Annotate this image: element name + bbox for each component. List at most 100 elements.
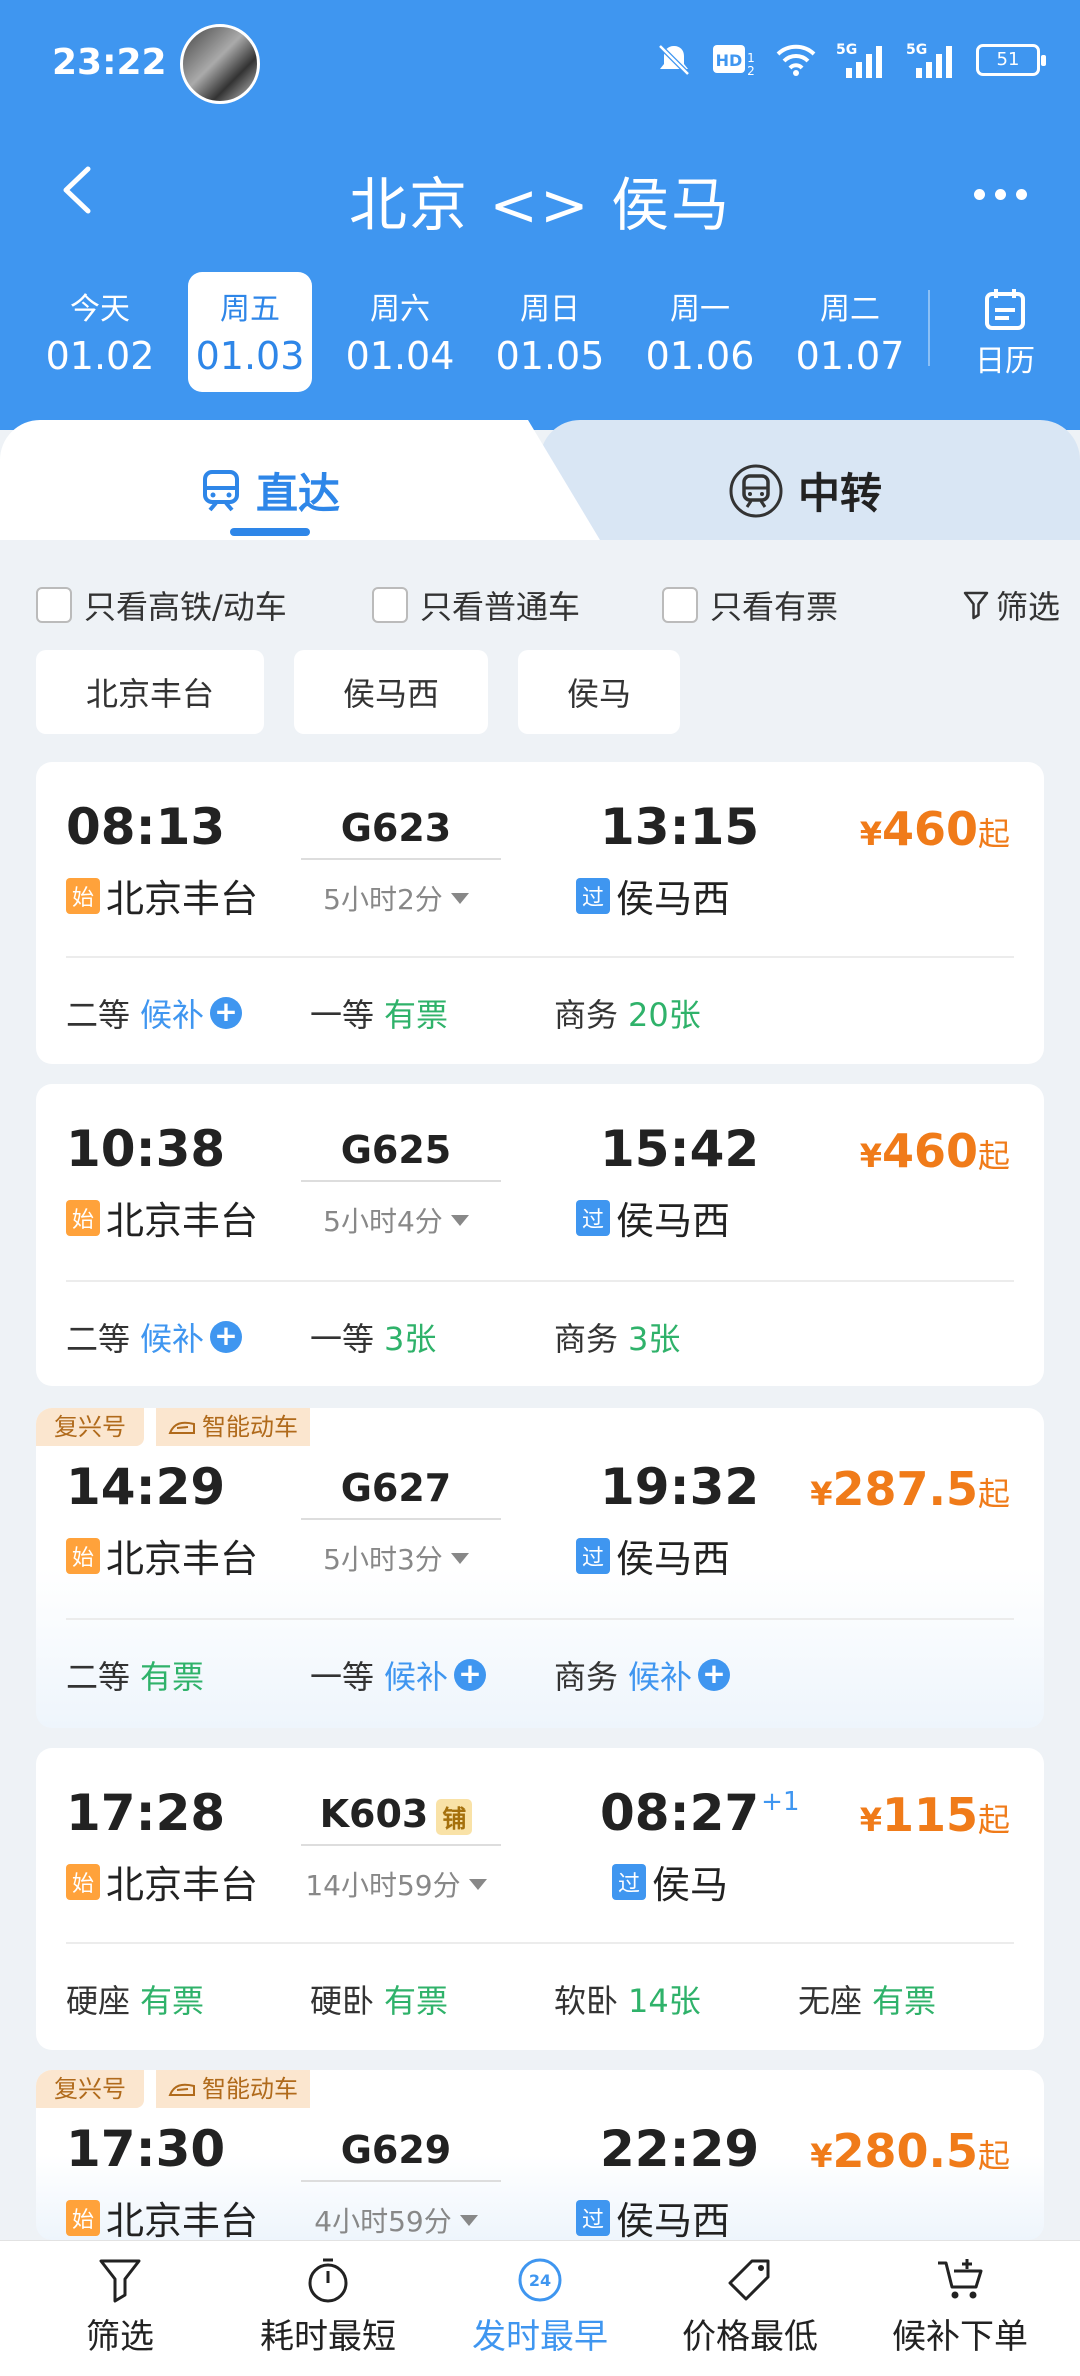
divider bbox=[301, 1180, 501, 1182]
chevron-down-icon bbox=[450, 1214, 469, 1226]
seat-waitlist[interactable]: 候补 + bbox=[140, 1314, 243, 1360]
arrival-time: 08:27+1 bbox=[600, 1784, 799, 1842]
seat-info[interactable]: 二等 候补 + bbox=[66, 1314, 243, 1360]
filter-high-speed[interactable]: 只看高铁/动车 bbox=[36, 582, 287, 628]
duration[interactable]: 5小时2分 bbox=[266, 878, 526, 918]
train-icon bbox=[203, 469, 239, 511]
train-card[interactable]: 复兴号 智能动车 14:29 G627 19:32 ¥287.5 起 始北京丰台 … bbox=[36, 1408, 1044, 1728]
station-chip[interactable]: 侯马 bbox=[518, 650, 680, 734]
checkbox[interactable] bbox=[36, 587, 72, 623]
departure-time: 08:13 bbox=[66, 798, 226, 856]
seat-name: 一等 bbox=[310, 1320, 375, 1358]
nav-bar: 北京 <> 侯马 bbox=[0, 140, 1080, 250]
arrival-station: 过侯马西 bbox=[576, 1190, 730, 1245]
train-card[interactable]: 复兴号 智能动车 17:30 G629 22:29 ¥280.5 起 始北京丰台 … bbox=[36, 2070, 1044, 2240]
seat-status: 有票 bbox=[140, 1658, 205, 1696]
sort-shortest-button[interactable]: 耗时最短 bbox=[228, 2255, 428, 2358]
calendar-button[interactable]: 日历 bbox=[950, 286, 1060, 380]
status-icons: HD 1 2 5G 5G 51 bbox=[654, 40, 1046, 80]
price: ¥280.5 起 bbox=[810, 2124, 1010, 2178]
duration-text: 4小时59分 bbox=[314, 2205, 452, 2238]
checkbox[interactable] bbox=[372, 587, 408, 623]
seat-status: 候补 bbox=[628, 1658, 693, 1696]
station-name: 侯马西 bbox=[616, 1537, 731, 1581]
pass-tag: 过 bbox=[576, 1199, 610, 1236]
train-card[interactable]: 08:13 G623 13:15 ¥460 起 始北京丰台 5小时2分 过侯马西 … bbox=[36, 762, 1044, 1064]
train-shape-icon bbox=[168, 2083, 195, 2096]
seat-info[interactable]: 商务 20张 bbox=[554, 990, 701, 1036]
filter-available[interactable]: 只看有票 bbox=[662, 582, 838, 628]
seat-status: 20张 bbox=[628, 996, 701, 1034]
filter-button[interactable]: 筛选 bbox=[962, 582, 1060, 628]
duration[interactable]: 14小时59分 bbox=[266, 1864, 526, 1904]
sort-earliest-button[interactable]: 24 发时最早 bbox=[440, 2255, 640, 2358]
duration-text: 5小时2分 bbox=[323, 883, 443, 916]
more-button[interactable] bbox=[960, 164, 1040, 224]
seat-info[interactable]: 软卧 14张 bbox=[554, 1976, 701, 2022]
train-card[interactable]: 10:38 G625 15:42 ¥460 起 始北京丰台 5小时4分 过侯马西 … bbox=[36, 1084, 1044, 1386]
seat-name: 硬卧 bbox=[310, 1982, 375, 2020]
bottom-filter-button[interactable]: 筛选 bbox=[20, 2255, 220, 2358]
seat-status: 14张 bbox=[628, 1982, 701, 2020]
duration[interactable]: 5小时3分 bbox=[266, 1538, 526, 1578]
train-shape-icon bbox=[168, 1421, 195, 1434]
seat-info[interactable]: 二等 候补 + bbox=[66, 990, 243, 1036]
price: ¥287.5 起 bbox=[810, 1462, 1010, 1516]
seat-info[interactable]: 硬座 有票 bbox=[66, 1976, 204, 2022]
date-weekday: 周一 bbox=[670, 292, 730, 327]
seat-name: 商务 bbox=[554, 996, 619, 1034]
seat-waitlist[interactable]: 候补 + bbox=[628, 1652, 731, 1698]
station-name: 侯马 bbox=[652, 1863, 729, 1907]
price-suffix: 起 bbox=[977, 1137, 1010, 1175]
date-item-2[interactable]: 周六 01.04 bbox=[338, 272, 462, 392]
station-chip[interactable]: 侯马西 bbox=[294, 650, 488, 734]
date-item-0[interactable]: 今天 01.02 bbox=[38, 272, 162, 392]
seat-info[interactable]: 一等 3张 bbox=[310, 1314, 436, 1360]
station-chip[interactable]: 北京丰台 bbox=[36, 650, 264, 734]
date-item-3[interactable]: 周日 01.05 bbox=[488, 272, 612, 392]
wifi-icon bbox=[776, 44, 816, 76]
header: 23:22 HD 1 2 5G 5G 51 北京 <> 侯马 今天 01.02 周五… bbox=[0, 0, 1080, 430]
seat-name: 二等 bbox=[66, 996, 131, 1034]
departure-station: 始北京丰台 bbox=[66, 1190, 258, 1245]
date-item-4[interactable]: 周一 01.06 bbox=[638, 272, 762, 392]
checkbox[interactable] bbox=[662, 587, 698, 623]
divider bbox=[301, 1844, 501, 1846]
seat-info[interactable]: 硬卧 有票 bbox=[310, 1976, 448, 2022]
departure-time: 17:30 bbox=[66, 2120, 226, 2178]
date-weekday: 周六 bbox=[370, 292, 430, 327]
station-name: 北京丰台 bbox=[106, 877, 259, 921]
filter-normal[interactable]: 只看普通车 bbox=[372, 582, 580, 628]
filter-label: 只看有票 bbox=[710, 588, 839, 626]
seat-name: 二等 bbox=[66, 1658, 131, 1696]
plus-icon: + bbox=[698, 1659, 731, 1691]
date-item-5[interactable]: 周二 01.07 bbox=[788, 272, 912, 392]
plus-icon: + bbox=[454, 1659, 487, 1691]
price-value: 115 bbox=[881, 1788, 978, 1842]
price-suffix: 起 bbox=[977, 1475, 1010, 1513]
divider bbox=[301, 2180, 501, 2182]
tab-direct-label[interactable]: 直达 bbox=[200, 460, 340, 521]
seat-info[interactable]: 二等 有票 bbox=[66, 1652, 204, 1698]
waitlist-order-button[interactable]: 候补下单 bbox=[860, 2255, 1060, 2358]
seat-waitlist[interactable]: 候补 + bbox=[384, 1652, 487, 1698]
date-item-1[interactable]: 周五 01.03 bbox=[188, 272, 312, 392]
seat-info[interactable]: 一等 候补 + bbox=[310, 1652, 487, 1698]
duration[interactable]: 4小时59分 bbox=[266, 2200, 526, 2240]
seat-waitlist[interactable]: 候补 + bbox=[140, 990, 243, 1036]
seat-info[interactable]: 无座 有票 bbox=[798, 1976, 936, 2022]
sort-cheapest-button[interactable]: 价格最低 bbox=[650, 2255, 850, 2358]
bottom-toolbar: 筛选 耗时最短 24 发时最早 价格最低 候补下单 bbox=[0, 2240, 1080, 2376]
tab-transfer-label[interactable]: 中转 bbox=[728, 460, 882, 521]
train-number: G623 bbox=[340, 806, 452, 850]
seat-info[interactable]: 商务 3张 bbox=[554, 1314, 680, 1360]
seat-info[interactable]: 商务 候补 + bbox=[554, 1652, 731, 1698]
duration[interactable]: 5小时4分 bbox=[266, 1200, 526, 1240]
seat-status: 有票 bbox=[872, 1982, 937, 2020]
seat-status: 3张 bbox=[628, 1320, 681, 1358]
price-value: 287.5 bbox=[832, 1462, 978, 1516]
seat-info[interactable]: 一等 有票 bbox=[310, 990, 448, 1036]
seat-name: 商务 bbox=[554, 1658, 619, 1696]
train-card[interactable]: 17:28 K603 铺 08:27+1 ¥115 起 始北京丰台 14小时59分 … bbox=[36, 1748, 1044, 2050]
signal-5g-icon: 5G bbox=[836, 42, 882, 78]
